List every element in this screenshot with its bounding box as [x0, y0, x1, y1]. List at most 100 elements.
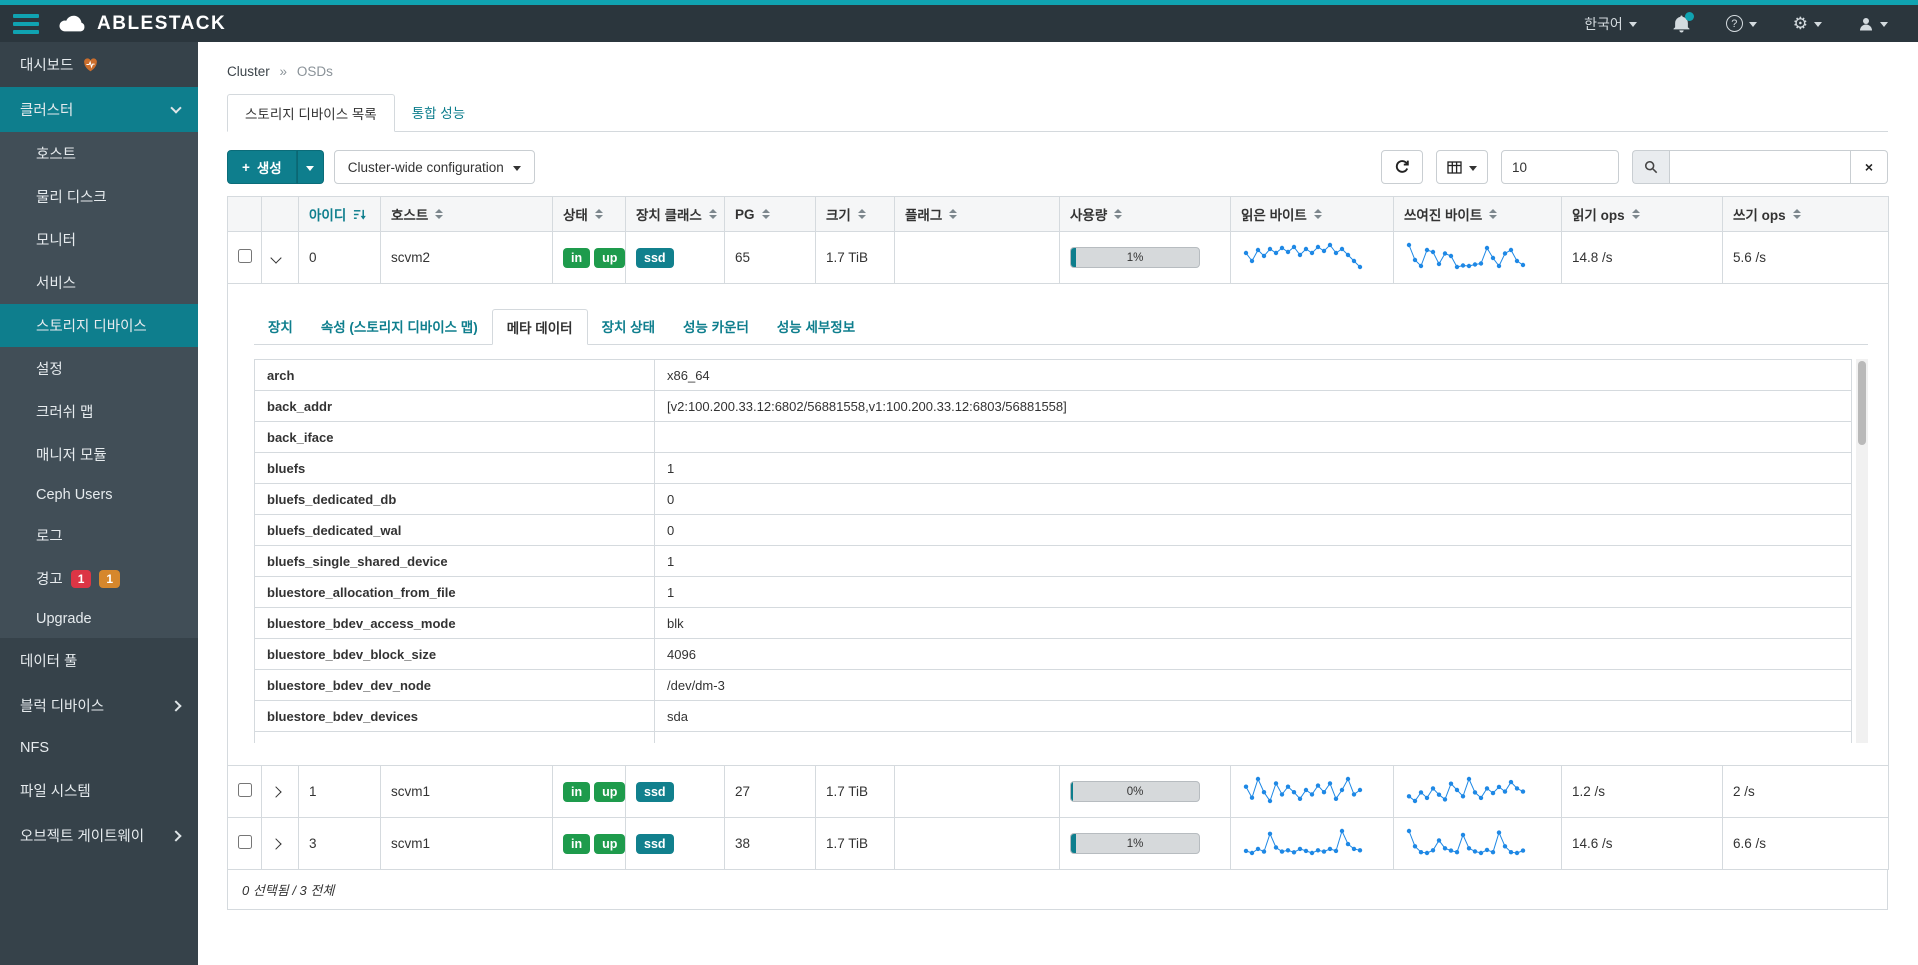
header-size[interactable]: 크기: [815, 196, 895, 232]
metadata-row: bluefs_dedicated_db 0: [254, 483, 1852, 515]
plus-icon: +: [242, 159, 250, 175]
cell-id: 0: [298, 231, 381, 284]
sidebar-item-logs[interactable]: 로그: [0, 514, 198, 557]
detail-tab-metadata[interactable]: 메타 데이터: [491, 309, 588, 345]
settings-menu[interactable]: ⚙: [1793, 15, 1822, 32]
row-checkbox[interactable]: [238, 783, 252, 797]
brand-text: ABLESTACK: [97, 12, 227, 34]
user-menu[interactable]: [1858, 16, 1888, 32]
column-toggle-dropdown[interactable]: [1436, 150, 1488, 184]
header-usage[interactable]: 사용량: [1059, 196, 1231, 232]
header-write-ops[interactable]: 쓰기 ops: [1722, 196, 1889, 232]
chevron-down-icon: [1469, 165, 1477, 171]
cloud-logo-icon: [59, 15, 85, 32]
chevron-down-icon: [170, 102, 182, 114]
metadata-panel: arch x86_64 back_addr [v2:100.200.33.12:68…: [254, 359, 1868, 743]
cell-device-class: ssd: [625, 765, 725, 818]
breadcrumb-cluster[interactable]: Cluster: [227, 64, 270, 79]
alert-danger-badge: 1: [70, 569, 92, 588]
header-flags[interactable]: 플래그: [894, 196, 1060, 232]
select-all-header: [227, 196, 262, 232]
row-checkbox[interactable]: [238, 835, 252, 849]
sidebar-item-physical-disks[interactable]: 물리 디스크: [0, 175, 198, 218]
detail-tab-performance-counter[interactable]: 성능 카운터: [669, 309, 763, 345]
sidebar-item-cluster[interactable]: 클러스터: [0, 87, 198, 132]
sidebar-item-monitors[interactable]: 모니터: [0, 218, 198, 261]
refresh-button[interactable]: [1381, 150, 1423, 184]
scrollbar-thumb[interactable]: [1858, 361, 1866, 445]
detail-tab-performance-details[interactable]: 성능 세부정보: [763, 309, 869, 345]
header-host[interactable]: 호스트: [380, 196, 553, 232]
sidebar-item-manager-modules[interactable]: 매니저 모듈: [0, 433, 198, 476]
create-dropdown-toggle[interactable]: [296, 150, 324, 184]
sidebar-item-block-devices[interactable]: 블럭 디바이스: [0, 683, 198, 728]
search-input[interactable]: [1669, 150, 1851, 184]
expand-row-chevron[interactable]: [270, 838, 282, 850]
sidebar-item-nfs[interactable]: NFS: [0, 728, 198, 768]
sidebar-item-upgrade[interactable]: Upgrade: [0, 600, 198, 638]
status-in-badge: in: [563, 781, 591, 802]
tab-storage-device-list[interactable]: 스토리지 디바이스 목록: [227, 94, 395, 132]
detail-tabbar: 장치 속성 (스토리지 디바이스 맵) 메타 데이터 장치 상태 성능 카운터 …: [254, 308, 1868, 345]
notification-dot: [1684, 11, 1694, 21]
collapse-row-chevron[interactable]: [270, 252, 282, 264]
chevron-down-icon: [1628, 22, 1637, 27]
cell-flags: [894, 231, 1060, 284]
menu-toggle-button[interactable]: [13, 13, 39, 34]
sparkline-chart: [1243, 776, 1363, 804]
page-size-input[interactable]: [1501, 150, 1619, 184]
topbar-right: 한국어 ? ⚙: [1584, 11, 1918, 34]
metadata-row: bluestore_bdev_dev_node/dev/dm-3: [254, 669, 1852, 701]
sidebar-item-dashboard[interactable]: 대시보드: [0, 42, 198, 87]
cell-size: 1.7 TiB: [815, 765, 895, 818]
language-menu[interactable]: 한국어: [1584, 14, 1637, 34]
cluster-wide-config-dropdown[interactable]: Cluster-wide configuration: [333, 150, 535, 184]
usage-bar: 1%: [1070, 247, 1200, 268]
table-columns-icon: [1447, 160, 1462, 174]
header-device-class[interactable]: 장치 클래스: [625, 196, 725, 232]
detail-tab-device-health[interactable]: 장치 상태: [588, 309, 669, 345]
cell-host: scvm1: [380, 765, 553, 818]
notifications-button[interactable]: [1673, 11, 1694, 33]
cell-host: scvm1: [380, 817, 553, 870]
header-read-bytes[interactable]: 읽은 바이트: [1230, 196, 1394, 232]
detail-tab-attributes[interactable]: 속성 (스토리지 디바이스 맵): [307, 309, 492, 345]
cell-pg: 27: [724, 765, 816, 818]
cell-device-class: ssd: [625, 817, 725, 870]
header-read-ops[interactable]: 읽기 ops: [1561, 196, 1723, 232]
cell-size: 1.7 TiB: [815, 231, 895, 284]
expand-row-chevron[interactable]: [270, 786, 282, 798]
row-checkbox[interactable]: [238, 249, 252, 263]
cell-read-bytes-sparkline: [1230, 231, 1394, 284]
sidebar-item-configuration[interactable]: 설정: [0, 347, 198, 390]
metadata-scrollbar[interactable]: [1856, 359, 1868, 743]
sidebar-item-storage-devices[interactable]: 스토리지 디바이스: [0, 304, 198, 347]
sort-icon: [761, 209, 770, 219]
breadcrumb-separator: »: [279, 64, 288, 79]
sidebar-item-hosts[interactable]: 호스트: [0, 132, 198, 175]
clear-search-button[interactable]: ×: [1851, 150, 1888, 184]
cell-read-bytes-sparkline: [1230, 765, 1394, 818]
sidebar-item-alerts[interactable]: 경고 1 1: [0, 557, 198, 600]
sidebar-item-filesystems[interactable]: 파일 시스템: [0, 768, 198, 813]
cell-read-ops: 14.6 /s: [1561, 817, 1723, 870]
header-write-bytes[interactable]: 쓰여진 바이트: [1393, 196, 1562, 232]
sidebar-item-pools[interactable]: 데이터 풀: [0, 638, 198, 683]
header-id[interactable]: 아이디: [298, 196, 381, 232]
sidebar-item-ceph-users[interactable]: Ceph Users: [0, 476, 198, 514]
header-pg[interactable]: PG: [724, 196, 816, 232]
detail-tab-devices[interactable]: 장치: [254, 309, 307, 345]
cluster-submenu: 호스트 물리 디스크 모니터 서비스 스토리지 디바이스 설정 크러쉬 맵 매니…: [0, 132, 198, 638]
header-status[interactable]: 상태: [552, 196, 626, 232]
cell-write-bytes-sparkline: [1393, 231, 1562, 284]
brand-logo[interactable]: ABLESTACK: [57, 13, 226, 35]
tab-overall-performance[interactable]: 통합 성능: [395, 94, 482, 132]
sidebar-item-crush-map[interactable]: 크러쉬 맵: [0, 390, 198, 433]
cell-write-bytes-sparkline: [1393, 817, 1562, 870]
create-button[interactable]: + 생성: [227, 150, 297, 184]
sidebar-item-services[interactable]: 서비스: [0, 261, 198, 304]
main-tabbar: 스토리지 디바이스 목록 통합 성능: [227, 93, 1888, 132]
sidebar-item-object-gateway[interactable]: 오브젝트 게이트웨이: [0, 813, 198, 858]
status-up-badge: up: [594, 247, 625, 268]
help-menu[interactable]: ?: [1725, 15, 1757, 32]
